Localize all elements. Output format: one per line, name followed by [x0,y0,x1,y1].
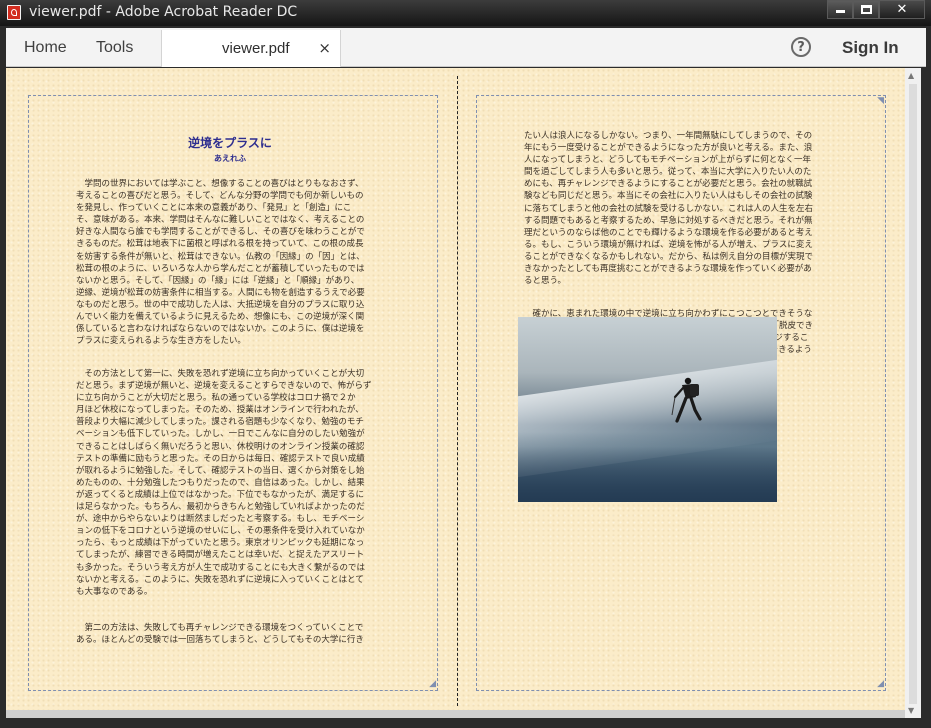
maximize-button[interactable] [853,0,879,19]
close-window-button[interactable]: ✕ [879,0,925,19]
window-controls: ✕ [827,0,925,20]
left-paragraph-3: 第二の方法は、失敗しても再チャレンジできる環境をつくっていくことで ある。ほとん… [76,623,364,646]
minimize-icon [836,10,845,13]
right-paragraph-1: たい人は浪人になるしかない。つまり、一年間無駄にしてしまうので、その 年にもう一… [524,131,814,287]
left-paragraph-1: 学問の世界においては学ぶこと、想像することの喜びはとりもなおさず、 考えることの… [76,179,365,347]
vertical-scrollbar[interactable]: ▲ ▼ [905,68,921,718]
page-divider [457,76,458,706]
page-corner-mark: ◢ [429,679,436,689]
article-header: 逆境をプラスに あえれふ [68,134,392,174]
window-title: viewer.pdf - Adobe Acrobat Reader DC [29,4,298,20]
tab-label: viewer.pdf [222,40,290,57]
help-icon[interactable]: ? [791,37,811,57]
scroll-thumb[interactable] [909,84,917,704]
article-title: 逆境をプラスに [188,136,272,150]
maximize-icon [861,5,872,14]
mountain-climber-photo [518,317,777,502]
home-nav[interactable]: Home [24,39,67,57]
window-title-bar[interactable]: viewer.pdf - Adobe Acrobat Reader DC ✕ [0,0,931,26]
scroll-down-icon[interactable]: ▼ [908,706,914,715]
climber-figure [671,377,702,423]
acrobat-icon [7,5,21,20]
page-corner-mark: ◢ [877,679,884,689]
article-author: あえれふ [213,153,247,163]
tab-viewer-pdf[interactable]: viewer.pdf × [161,30,341,67]
main-toolbar: Home Tools viewer.pdf × ? Sign In [6,28,926,67]
close-icon: ✕ [896,2,908,17]
horizontal-scroll-track [6,710,905,718]
scroll-up-icon[interactable]: ▲ [908,71,914,80]
tools-nav[interactable]: Tools [96,39,133,57]
left-paragraph-2: その方法として第一に、失敗を恐れず逆境に立ち向かっていくことが大切 だと思う。ま… [76,369,372,597]
minimize-button[interactable] [827,0,853,19]
tab-close-icon[interactable]: × [318,39,331,57]
page-corner-mark: ◥ [877,96,884,106]
sign-in-button[interactable]: Sign In [842,38,899,58]
